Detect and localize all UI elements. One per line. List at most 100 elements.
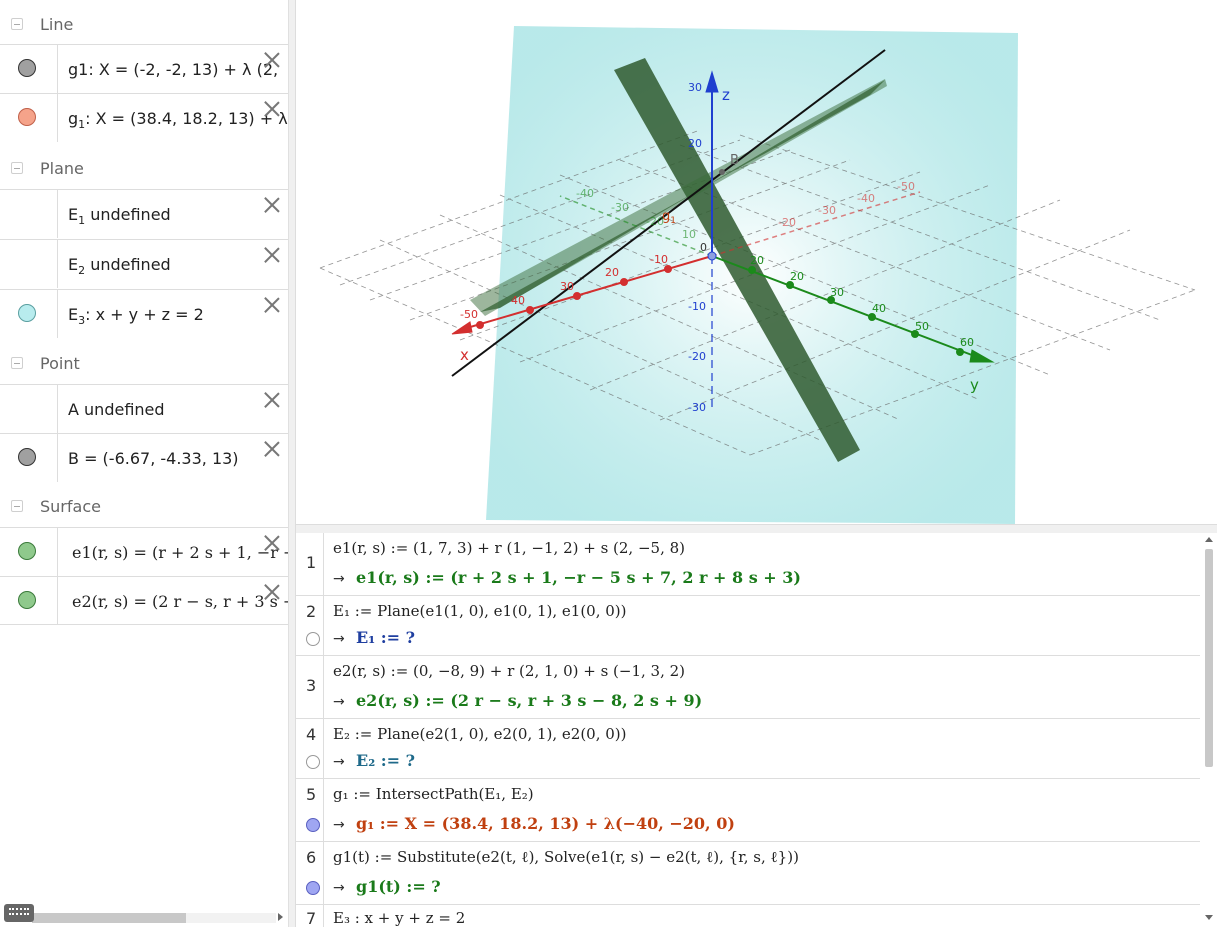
back-x-tick: -40 [857, 192, 875, 205]
cas-input[interactable]: E₁ := Plane(e1(1, 0), e1(0, 1), e1(0, 0)… [333, 602, 627, 620]
algebra-item-g1[interactable]: g1: X = (-2, -2, 13) + λ (2, [0, 44, 288, 93]
algebra-item-text[interactable]: E2 undefined [68, 255, 171, 277]
z-axis-label: z [722, 86, 730, 104]
visibility-marble-icon[interactable] [18, 304, 36, 322]
category-label: Line [40, 14, 74, 34]
cas-input[interactable]: e1(r, s) := (1, 7, 3) + r (1, −1, 2) + s… [333, 539, 685, 557]
category-surface[interactable]: Surface [0, 484, 288, 528]
algebra-item-e1[interactable]: E1 undefined [0, 189, 288, 238]
visibility-marble-icon[interactable] [18, 59, 36, 77]
cas-row-number-label: 7 [306, 909, 317, 927]
x-tick: 20 [605, 266, 619, 279]
z-tick: 30 [688, 81, 702, 94]
cas-row[interactable]: 4 E₂ := Plane(e2(1, 0), e2(0, 1), e2(0, 0… [296, 719, 1200, 779]
algebra-item-e2[interactable]: E2 undefined [0, 239, 288, 288]
collapse-icon[interactable] [11, 357, 23, 369]
algebra-item-text[interactable]: B = (-6.67, -4.33, 13) [68, 449, 239, 468]
back-y-tick: -30 [611, 201, 629, 214]
vertical-splitter[interactable] [289, 0, 296, 927]
algebra-item-text[interactable]: e1(r, s) = (r + 2 s + 1, −r − 5 [72, 543, 288, 562]
algebra-item-e1-surface[interactable]: e1(r, s) = (r + 2 s + 1, −r − 5 [0, 527, 288, 576]
y-tick: 50 [915, 320, 929, 333]
cas-row[interactable]: 2 E₁ := Plane(e1(1, 0), e1(0, 1), e1(0, 0… [296, 596, 1200, 656]
close-icon[interactable] [263, 51, 281, 69]
scroll-down-icon[interactable] [1205, 915, 1213, 920]
algebra-item-text[interactable]: g1: X = (38.4, 18.2, 13) + λ [68, 109, 288, 131]
cas-output: E₂ := ? [356, 751, 416, 770]
keyboard-icon[interactable] [4, 904, 34, 922]
cas-row[interactable]: 1 e1(r, s) := (1, 7, 3) + r (1, −1, 2) + … [296, 533, 1200, 596]
graphics-3d-view[interactable]: x y z -50 40 30 20 -10 20 20 30 40 50 60… [296, 0, 1217, 524]
x-tick: -50 [460, 308, 478, 321]
cas-output: e1(r, s) := (r + 2 s + 1, −r − 5 s + 7, … [356, 568, 801, 587]
cas-input[interactable]: E₃ : x + y + z = 2 [333, 909, 465, 927]
cas-output: g₁ := X = (38.4, 18.2, 13) + λ(−40, −20,… [356, 814, 735, 833]
scrollbar-thumb[interactable] [32, 913, 186, 923]
back-x-tick: -30 [818, 204, 836, 217]
visibility-marble-icon[interactable] [18, 108, 36, 126]
visibility-marble-icon[interactable] [306, 818, 320, 832]
scroll-up-icon[interactable] [1205, 537, 1213, 542]
visibility-marble-icon[interactable] [18, 448, 36, 466]
cas-row-number-label: 3 [306, 676, 317, 695]
algebra-item-e2-surface[interactable]: e2(r, s) = (2 r − s, r + 3 s − 8 [0, 576, 288, 625]
algebra-item-text[interactable]: E3: x + y + z = 2 [68, 305, 204, 327]
horizontal-scrollbar[interactable] [2, 910, 283, 924]
algebra-item-text[interactable]: A undefined [68, 400, 165, 419]
algebra-item-text[interactable]: e2(r, s) = (2 r − s, r + 3 s − 8 [72, 592, 288, 611]
cas-row[interactable]: 3 e2(r, s) := (0, −8, 9) + r (2, 1, 0) + … [296, 656, 1200, 719]
cas-row-number-label: 1 [306, 553, 317, 572]
cas-row-number-label: 6 [306, 848, 317, 867]
close-icon[interactable] [263, 391, 281, 409]
visibility-marble-icon[interactable] [306, 755, 320, 769]
cas-row[interactable]: 7 E₃ : x + y + z = 2 [296, 905, 1200, 927]
algebra-item-g-sub-1[interactable]: g1: X = (38.4, 18.2, 13) + λ [0, 93, 288, 142]
result-arrow-icon: → [333, 880, 345, 896]
back-x-tick: -50 [897, 180, 915, 193]
cas-view[interactable]: 1 e1(r, s) := (1, 7, 3) + r (1, −1, 2) + … [296, 533, 1217, 927]
algebra-item-e3[interactable]: E3: x + y + z = 2 [0, 289, 288, 338]
algebra-item-a[interactable]: A undefined [0, 384, 288, 433]
cas-input[interactable]: e2(r, s) := (0, −8, 9) + r (2, 1, 0) + s… [333, 662, 685, 680]
collapse-icon[interactable] [11, 500, 23, 512]
cas-input[interactable]: E₂ := Plane(e2(1, 0), e2(0, 1), e2(0, 0)… [333, 725, 627, 743]
close-icon[interactable] [263, 534, 281, 552]
cas-row-number: 5 [296, 779, 324, 841]
collapse-icon[interactable] [11, 18, 23, 30]
collapse-icon[interactable] [11, 162, 23, 174]
cas-row-number: 6 [296, 842, 324, 904]
vertical-scrollbar[interactable] [1203, 535, 1215, 925]
algebra-item-text[interactable]: E1 undefined [68, 205, 171, 227]
result-arrow-icon: → [333, 571, 345, 587]
category-point[interactable]: Point [0, 341, 288, 385]
close-icon[interactable] [263, 196, 281, 214]
point-b [719, 169, 725, 175]
cas-row-number: 2 [296, 596, 324, 655]
z-tick: -10 [688, 300, 706, 313]
close-icon[interactable] [263, 583, 281, 601]
category-line[interactable]: Line [0, 2, 288, 46]
cas-output: E₁ := ? [356, 628, 416, 647]
point-b-label: B [730, 153, 739, 168]
category-label: Surface [40, 496, 101, 516]
scrollbar-thumb[interactable] [1205, 549, 1213, 767]
category-plane[interactable]: Plane [0, 146, 288, 190]
algebra-item-b[interactable]: B = (-6.67, -4.33, 13) [0, 433, 288, 482]
close-icon[interactable] [263, 246, 281, 264]
cas-row-number: 3 [296, 656, 324, 718]
visibility-marble-icon[interactable] [306, 632, 320, 646]
y-tick: 30 [830, 286, 844, 299]
cas-row[interactable]: 5 g₁ := IntersectPath(E₁, E₂) → g₁ := X = (… [296, 779, 1200, 842]
visibility-marble-icon[interactable] [18, 591, 36, 609]
scroll-right-icon[interactable] [278, 913, 283, 921]
close-icon[interactable] [263, 100, 281, 118]
cas-row[interactable]: 6 g1(t) := Substitute(e2(t, ℓ), Solve(e1(… [296, 842, 1200, 905]
result-arrow-icon: → [333, 754, 345, 770]
close-icon[interactable] [263, 440, 281, 458]
algebra-item-text[interactable]: g1: X = (-2, -2, 13) + λ (2, [68, 60, 278, 79]
visibility-marble-icon[interactable] [306, 881, 320, 895]
cas-input[interactable]: g₁ := IntersectPath(E₁, E₂) [333, 785, 534, 803]
visibility-marble-icon[interactable] [18, 542, 36, 560]
cas-input[interactable]: g1(t) := Substitute(e2(t, ℓ), Solve(e1(r… [333, 848, 799, 867]
close-icon[interactable] [263, 296, 281, 314]
